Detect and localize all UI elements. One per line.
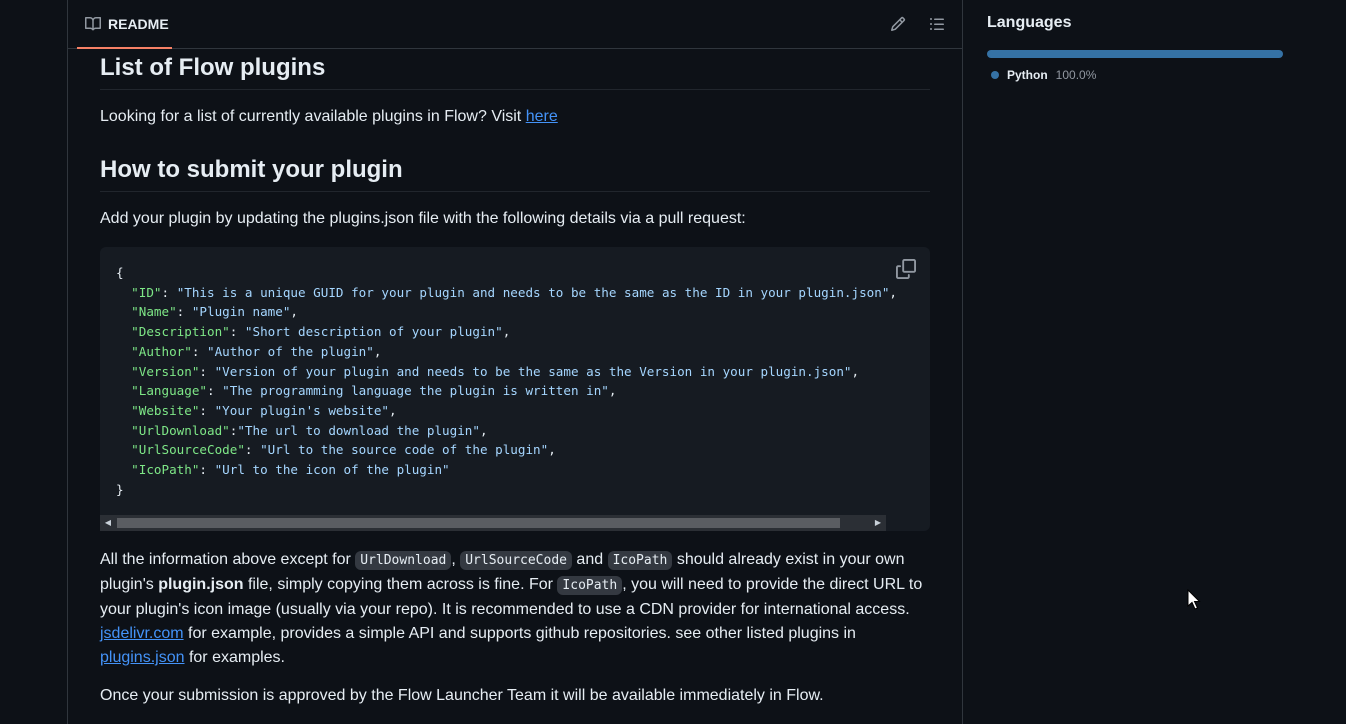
code-line: "UrlSourceCode": "Url to the source code… — [116, 442, 556, 457]
code-key: "UrlDownload" — [131, 422, 230, 438]
code-value: "Url to the source code of the plugin" — [260, 442, 549, 458]
book-icon — [85, 16, 101, 30]
inline-code: UrlSourceCode — [460, 551, 572, 570]
paragraph-text: All the information above except for — [100, 551, 356, 568]
submit-paragraph: Add your plugin by updating the plugins.… — [100, 210, 746, 227]
inline-code: IcoPath — [557, 576, 623, 595]
paragraph-text: for examples. — [184, 649, 285, 666]
code-separator: : — [199, 363, 215, 379]
horizontal-scrollbar[interactable]: ◀ ▶ — [100, 515, 886, 531]
code-separator: : — [199, 402, 215, 418]
language-item-python[interactable]: Python 100.0% — [991, 68, 1096, 82]
code-separator: : — [161, 284, 177, 300]
code-key: "Name" — [131, 304, 177, 320]
paragraph-text: , — [451, 551, 461, 568]
code-separator: : — [191, 343, 208, 359]
code-line: "Description": "Short description of you… — [116, 324, 510, 339]
readme-tab-label: README — [108, 15, 169, 32]
code-tail: , — [290, 304, 299, 320]
code-tail: , — [502, 324, 511, 340]
code-tail: , — [851, 363, 860, 379]
code-key: "UrlSourceCode" — [131, 442, 245, 458]
inline-code: IcoPath — [607, 551, 673, 570]
code-line: "Author": "Author of the plugin", — [116, 344, 381, 359]
bold-text: plugin.json — [158, 576, 244, 593]
approval-paragraph: Once your submission is approved by the … — [100, 687, 824, 704]
code-separator: : — [176, 304, 192, 320]
code-tail: , — [548, 442, 556, 458]
code-key: "Language" — [131, 383, 207, 399]
code-tail: , — [373, 343, 382, 359]
code-key: "Version" — [131, 363, 200, 379]
list-icon[interactable] — [929, 16, 945, 32]
readme-tab[interactable]: README — [77, 0, 172, 49]
code-line: "Version": "Version of your plugin and n… — [116, 364, 859, 379]
readme-header: README — [68, 0, 962, 49]
code-line: "Language": "The programming language th… — [116, 383, 616, 398]
code-tail: , — [889, 284, 897, 300]
code-line: "Name": "Plugin name", — [116, 304, 298, 319]
scrollbar-thumb[interactable] — [117, 518, 840, 528]
code-value: "Url to the icon of the plugin" — [214, 462, 450, 478]
code-line: "Website": "Your plugin's website", — [116, 402, 397, 418]
inline-code: UrlDownload — [355, 551, 452, 570]
code-value: "The programming language the plugin is … — [222, 383, 609, 399]
paragraph-text: file, simply copying them across is fine… — [243, 576, 558, 593]
code-separator: : — [199, 462, 215, 478]
language-percent: 100.0% — [1055, 68, 1097, 82]
code-value: "The url to download the plugin" — [237, 422, 480, 438]
info-paragraph: All the information above except for Url… — [100, 548, 930, 670]
languages-title: Languages — [987, 14, 1072, 31]
code-tail: , — [388, 402, 397, 418]
code-key: "ID" — [131, 284, 162, 300]
code-value: "This is a unique GUID for your plugin a… — [176, 284, 890, 300]
code-close-brace: } — [116, 481, 124, 497]
heading-list-of-plugins: List of Flow plugins — [100, 53, 930, 90]
code-value: "Author of the plugin" — [207, 343, 374, 359]
code-line: "UrlDownload":"The url to download the p… — [116, 422, 488, 438]
code-key: "Author" — [131, 343, 192, 359]
mouse-cursor-icon — [1187, 589, 1201, 610]
plugins-json-link[interactable]: plugins.json — [100, 649, 185, 666]
code-tail: , — [479, 422, 488, 438]
code-value: "Short description of your plugin" — [244, 324, 503, 340]
code-value: "Plugin name" — [191, 304, 291, 320]
language-bar — [987, 50, 1283, 58]
code-key: "Description" — [131, 324, 230, 340]
paragraph-text: and — [571, 551, 608, 568]
scroll-left-arrow-icon[interactable]: ◀ — [103, 518, 113, 528]
code-tail: , — [608, 383, 617, 399]
code-open-brace: { — [116, 265, 124, 280]
code-separator: : — [229, 324, 245, 340]
copy-icon[interactable] — [896, 259, 916, 279]
language-dot-icon — [991, 71, 999, 79]
code-line: "ID": "This is a unique GUID for your pl… — [116, 285, 897, 300]
code-value: "Version of your plugin and needs to be … — [214, 363, 852, 379]
code-separator: : — [244, 442, 261, 458]
paragraph-text: for example, provides a simple API and s… — [183, 625, 856, 642]
code-block: { "ID": "This is a unique GUID for your … — [100, 247, 930, 531]
readme-panel: README List of Flow plugins Looking for … — [67, 0, 963, 724]
scroll-right-arrow-icon[interactable]: ▶ — [873, 518, 883, 528]
code-key: "IcoPath" — [131, 462, 200, 478]
jsdelivr-link[interactable]: jsdelivr.com — [100, 625, 184, 642]
plugins-list-paragraph: Looking for a list of currently availabl… — [100, 105, 558, 129]
code-line: "IcoPath": "Url to the icon of the plugi… — [116, 462, 450, 478]
heading-how-to-submit: How to submit your plugin — [100, 155, 930, 192]
code-separator: : — [207, 383, 223, 399]
pencil-icon[interactable] — [890, 16, 906, 32]
here-link[interactable]: here — [526, 108, 558, 125]
code-value: "Your plugin's website" — [214, 402, 389, 418]
paragraph-text: Looking for a list of currently availabl… — [100, 108, 526, 125]
code-key: "Website" — [131, 402, 200, 418]
code-content: { "ID": "This is a unique GUID for your … — [116, 263, 897, 499]
language-name: Python — [1007, 68, 1048, 82]
